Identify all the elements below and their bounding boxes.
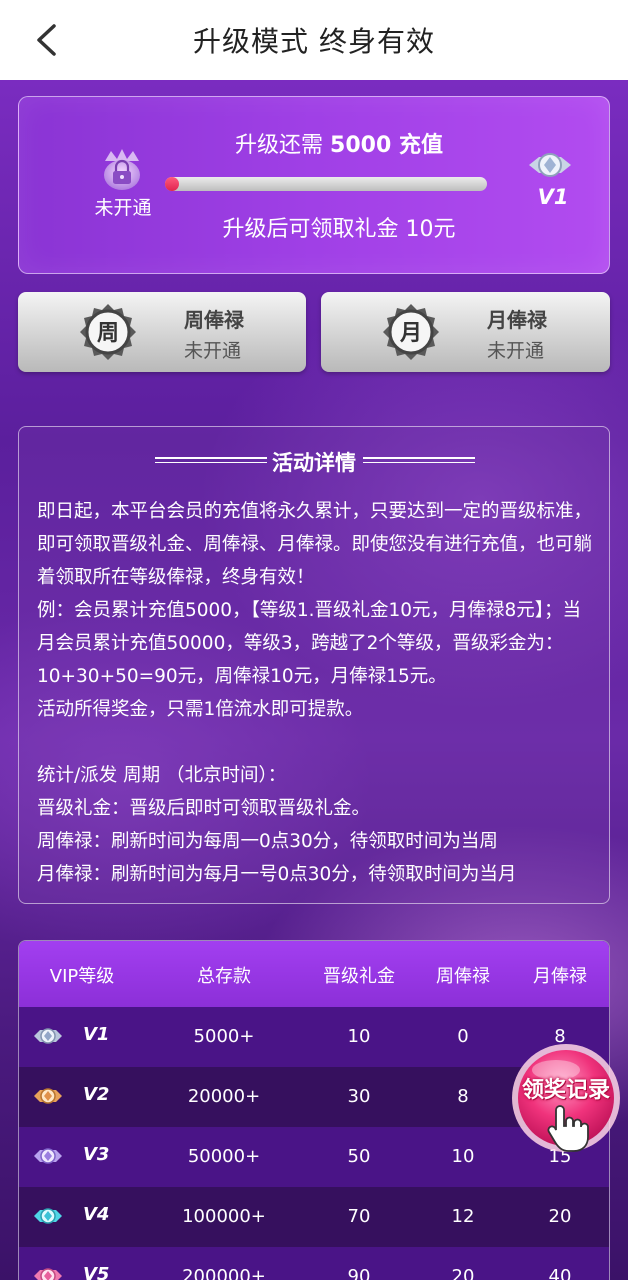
level-name: V4: [83, 1204, 110, 1225]
monthly-salary-status: 未开通: [487, 340, 545, 362]
details-withdraw-rule: 活动所得奖金，只需1倍流水即可提款。: [37, 699, 364, 720]
deposit-cell: 200000+: [182, 1266, 266, 1280]
details-paragraph: 即日起，本平台会员的充值将永久累计，只要达到一定的晋级标准，即可领取晋级礼金、周…: [37, 501, 593, 588]
deposit-cell: 20000+: [187, 1086, 261, 1107]
month-cell: 40: [548, 1266, 572, 1280]
stats-line: 晋级礼金：晋级后即时可领取晋级礼金。: [37, 798, 371, 819]
week-badge-icon: 周: [80, 304, 136, 360]
upgrade-card: 未开通 升级还需 5000 充值 升级后可领取礼金 10元 V1: [18, 96, 610, 274]
current-level-status: 未开通: [94, 197, 152, 219]
header-weekly-salary: 周俸禄: [436, 966, 490, 987]
stats-line: 周俸禄：刷新时间为每周一0点30分，待领取时间为当周: [37, 831, 498, 852]
level-name: V1: [83, 1024, 110, 1045]
monthly-salary-button[interactable]: 月 月俸禄 未开通: [321, 292, 610, 372]
header-total-deposit: 总存款: [197, 966, 251, 987]
stats-title: 统计/派发 周期 （北京时间）：: [37, 765, 287, 786]
weekly-salary-title: 周俸禄: [184, 308, 244, 332]
next-level-label: V1: [537, 185, 569, 209]
page-title: 升级模式 终身有效: [193, 25, 435, 58]
v5-level-icon: [34, 1268, 62, 1280]
header-monthly-salary: 月俸禄: [533, 966, 587, 987]
back-button[interactable]: [24, 18, 68, 62]
table-row: V5 200000+ 90 20 40: [19, 1247, 609, 1280]
reward-record-label: 领奖记录: [521, 1078, 610, 1103]
level-name: V5: [83, 1264, 110, 1280]
table-header: VIP等级 总存款 晋级礼金 周俸禄 月俸禄: [19, 941, 609, 1007]
gift-cell: 30: [347, 1086, 371, 1107]
v1-gem-icon: [529, 153, 571, 177]
title-decoration-right: [363, 457, 475, 465]
activity-details-body: 即日起，本平台会员的充值将永久累计，只要达到一定的晋级标准，即可领取晋级礼金、周…: [37, 495, 597, 891]
activity-details-title: 活动详情: [272, 451, 356, 475]
weekly-salary-button[interactable]: 周 周俸禄 未开通: [18, 292, 306, 372]
gift-cell: 90: [347, 1266, 371, 1280]
gift-cell: 50: [347, 1146, 371, 1167]
week-cell: 12: [451, 1206, 475, 1227]
table-row: V4 100000+ 70 12 20: [19, 1187, 609, 1247]
v4-level-icon: [34, 1208, 62, 1224]
header-upgrade-gift: 晋级礼金: [323, 966, 395, 987]
deposit-cell: 100000+: [182, 1206, 266, 1227]
upgrade-progress-fill: [165, 177, 180, 191]
weekly-salary-status: 未开通: [184, 340, 242, 362]
v1-level-icon: [34, 1028, 62, 1044]
level-name: V2: [83, 1084, 110, 1105]
chevron-left-icon: [37, 24, 56, 56]
level-name: V3: [83, 1144, 110, 1165]
top-bar: 升级模式 终身有效: [0, 0, 628, 80]
gift-cell: 70: [347, 1206, 371, 1227]
deposit-cell: 50000+: [187, 1146, 261, 1167]
month-badge-char: 月: [399, 321, 422, 346]
details-example: 例：会员累计充值5000，【等级1.晋级礼金10元，月俸禄8元】；当月会员累计充…: [37, 600, 582, 687]
deposit-cell: 5000+: [193, 1026, 255, 1047]
week-cell: 20: [451, 1266, 475, 1280]
reward-record-button[interactable]: 领奖记录: [508, 1042, 624, 1158]
v2-level-icon: [34, 1088, 62, 1104]
lock-badge-icon: [104, 149, 140, 190]
week-cell: 10: [451, 1146, 475, 1167]
week-cell: 8: [457, 1086, 469, 1107]
month-cell: 20: [548, 1206, 572, 1227]
month-badge-icon: 月: [383, 304, 439, 360]
week-badge-char: 周: [97, 321, 119, 346]
upgrade-reward-text: 升级后可领取礼金 10元: [222, 217, 456, 242]
activity-details-panel: 活动详情 即日起，本平台会员的充值将永久累计，只要达到一定的晋级标准，即可领取晋…: [18, 426, 610, 904]
header-vip-level: VIP等级: [49, 966, 115, 987]
gift-cell: 10: [347, 1026, 371, 1047]
upgrade-requirement: 升级还需 5000 充值: [235, 133, 443, 158]
v3-level-icon: [34, 1148, 62, 1164]
week-cell: 0: [457, 1026, 469, 1047]
monthly-salary-title: 月俸禄: [487, 308, 547, 332]
stats-line: 月俸禄：刷新时间为每月一号0点30分，待领取时间为当月: [37, 864, 517, 885]
upgrade-progress-bar: [165, 177, 487, 191]
